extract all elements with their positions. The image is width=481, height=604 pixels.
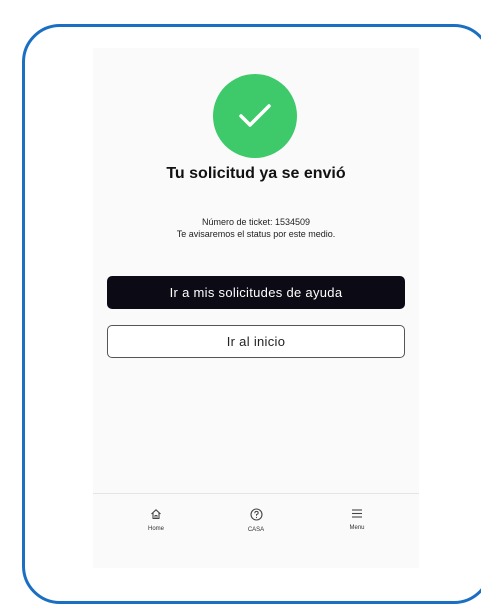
my-requests-button[interactable]: Ir a mis solicitudes de ayuda	[107, 276, 405, 309]
home-icon	[151, 509, 161, 520]
bottom-nav: Home CASA Menu	[93, 498, 419, 558]
notice-text: Te avisaremos el status por este medio.	[176, 229, 336, 239]
success-title: Tu solicitud ya se envió	[166, 165, 346, 182]
ticket-number: Número de ticket: 1534509	[201, 217, 311, 227]
help-icon	[249, 508, 263, 521]
menu-icon	[352, 509, 362, 518]
nav-item-casa[interactable]: CASA	[226, 508, 286, 533]
nav-label-home: Home	[147, 526, 164, 532]
go-home-button[interactable]: Ir al inicio	[107, 325, 405, 358]
app-screen: Tu solicitud ya se envió Número de ticke…	[93, 48, 419, 568]
nav-label-casa: CASA	[247, 527, 265, 533]
success-badge	[213, 74, 297, 158]
nav-label-menu: Menu	[349, 525, 365, 531]
ticket-info: Número de ticket: 1534509 Te avisaremos …	[93, 216, 419, 240]
check-icon	[239, 104, 271, 127]
nav-item-home[interactable]: Home	[126, 508, 186, 532]
nav-item-menu[interactable]: Menu	[327, 508, 387, 531]
nav-divider	[93, 493, 419, 494]
